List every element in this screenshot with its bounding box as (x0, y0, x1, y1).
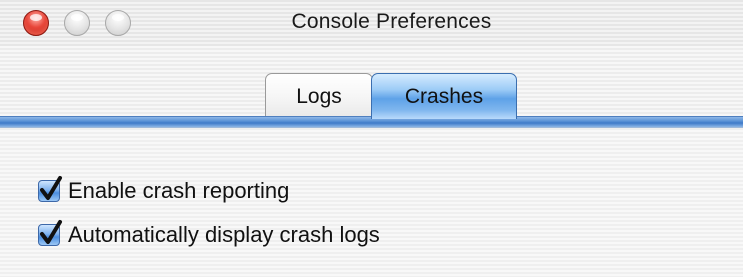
preferences-window: Console Preferences Logs Crashes Enable … (0, 0, 743, 277)
tab-crashes[interactable]: Crashes (371, 73, 517, 119)
tab-logs[interactable]: Logs (265, 73, 373, 119)
checkmark-icon (40, 176, 62, 200)
enable-crash-reporting-checkbox[interactable] (38, 176, 62, 202)
auto-display-crash-logs-option[interactable]: Automatically display crash logs (38, 220, 380, 250)
enable-crash-reporting-label: Enable crash reporting (68, 178, 290, 203)
enable-crash-reporting-option[interactable]: Enable crash reporting (38, 176, 289, 206)
auto-display-crash-logs-label: Automatically display crash logs (68, 222, 380, 247)
checkmark-icon (40, 220, 62, 244)
title-bar[interactable]: Console Preferences (0, 0, 743, 46)
auto-display-crash-logs-checkbox[interactable] (38, 220, 62, 246)
window-title: Console Preferences (291, 10, 492, 33)
